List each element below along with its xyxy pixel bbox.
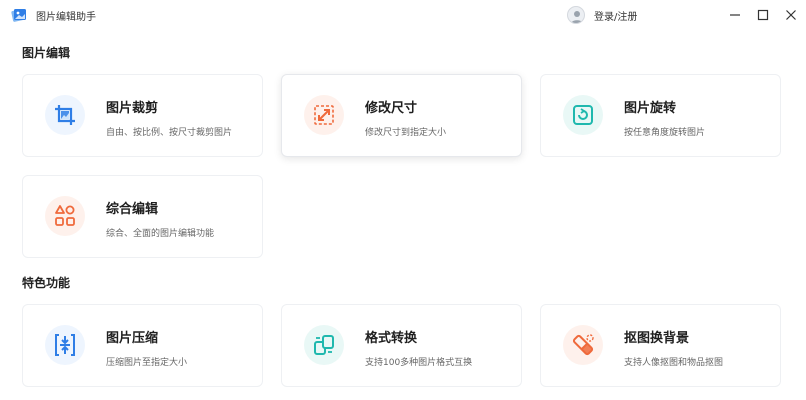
convert-icon [304,325,344,365]
shapes-icon [45,196,85,236]
maximize-button[interactable] [752,4,774,26]
card-description: 修改尺寸到指定大小 [365,128,447,138]
compress-icon [45,325,85,365]
minimize-button[interactable] [724,4,746,26]
section-title-image-edit: 图片编辑 [22,46,71,60]
card-description: 支持100多种图片格式互换 [365,358,473,368]
card-resize[interactable]: 修改尺寸 修改尺寸到指定大小 [281,74,522,157]
login-register-label: 登录/注册 [594,11,638,23]
card-description: 支持人像抠图和物品抠图 [624,358,724,368]
crop-icon [45,95,85,135]
card-image-compress[interactable]: 图片压缩 压缩图片至指定大小 [22,304,263,387]
close-icon [786,10,796,20]
login-register-button[interactable]: 登录/注册 [567,5,637,25]
section-title-featured: 特色功能 [22,276,71,290]
card-comprehensive-edit[interactable]: 综合编辑 综合、全面的图片编辑功能 [22,175,263,258]
card-title: 综合编辑 [106,202,159,217]
user-avatar-icon [567,6,585,24]
card-title: 格式转换 [365,331,418,346]
card-description: 按任意角度旋转图片 [624,128,706,138]
rotate-icon [563,95,603,135]
eraser-icon [563,325,603,365]
title-bar: 图片编辑助手 登录/注册 [0,0,806,30]
card-description: 自由、按比例、按尺寸裁剪图片 [106,128,233,138]
card-title: 修改尺寸 [365,101,418,116]
maximize-icon [757,9,769,21]
card-title: 图片旋转 [624,101,677,116]
card-title: 抠图换背景 [624,331,690,346]
minimize-icon [730,14,740,16]
close-button[interactable] [780,4,802,26]
card-title: 图片裁剪 [106,101,159,116]
resize-icon [304,95,344,135]
app-title: 图片编辑助手 [36,12,96,23]
card-image-rotate[interactable]: 图片旋转 按任意角度旋转图片 [540,74,781,157]
app-logo-icon [10,6,28,24]
card-image-crop[interactable]: 图片裁剪 自由、按比例、按尺寸裁剪图片 [22,74,263,157]
card-format-convert[interactable]: 格式转换 支持100多种图片格式互换 [281,304,522,387]
card-description: 综合、全面的图片编辑功能 [106,229,215,239]
card-title: 图片压缩 [106,331,159,346]
card-description: 压缩图片至指定大小 [106,358,188,368]
card-cutout-background[interactable]: 抠图换背景 支持人像抠图和物品抠图 [540,304,781,387]
